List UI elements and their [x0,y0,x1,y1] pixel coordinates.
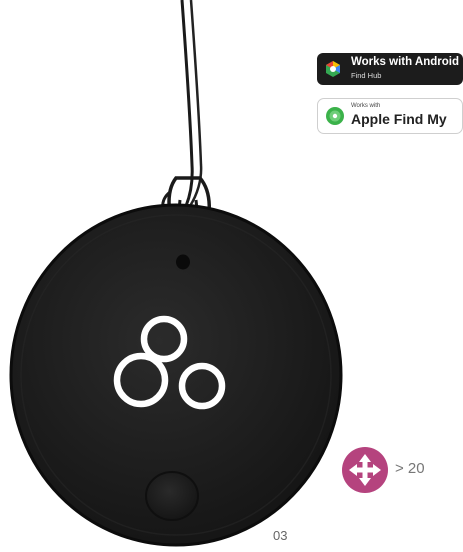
works-with-apple-find-my-badge: Works with Apple Find My [317,98,463,134]
android-badge-title: Works with Android [351,56,459,68]
lanyard-hole [176,254,190,270]
move-button[interactable] [342,447,388,493]
move-arrows-icon [349,454,381,486]
find-my-icon [326,107,344,125]
tag-button [145,471,199,521]
page-number: 03 [273,528,288,543]
minimum-quantity: > 20 [395,460,425,477]
lanyard-cord [180,0,194,207]
works-with-android-badge: Works with Android Find Hub [317,53,463,85]
apple-badge-small-text: Works with [351,103,381,109]
android-badge-subtitle: Find Hub [351,71,382,80]
apple-badge-title: Apple Find My [351,111,447,127]
android-find-hub-icon [326,61,340,77]
